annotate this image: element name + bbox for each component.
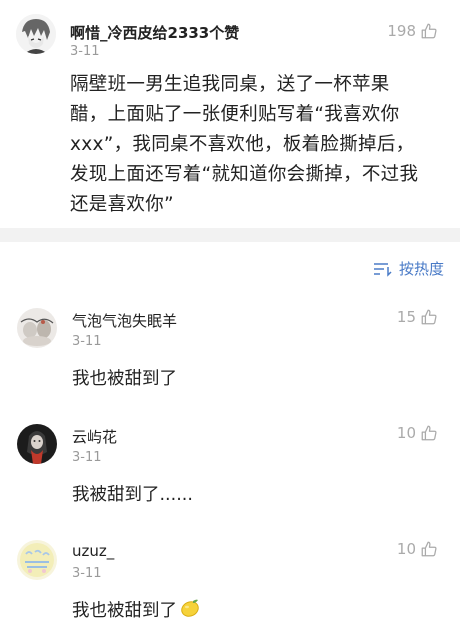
comment-text: 我也被甜到了 [72,369,177,389]
thumbs-up-icon [421,23,437,39]
comment-date: 3-11 [72,450,102,465]
post-like-count: 198 [387,22,416,40]
comment-item: 气泡气泡失眠羊 3-11 15 我也被甜到了 [0,292,460,408]
post-date: 3-11 [70,44,100,59]
comment-like-count: 10 [396,424,416,442]
lemon-icon [181,599,199,617]
comment-text: 我也被甜到了 [72,601,177,621]
comment-avatar[interactable] [17,308,57,348]
comment-username[interactable]: uzuz_ [72,542,114,560]
sort-label: 按热度 [398,260,444,278]
comment-like-button[interactable]: 10 [397,540,438,558]
comment-avatar[interactable] [17,540,57,580]
sort-lines-icon [373,262,392,277]
post-username[interactable]: 啊惜_冷西皮给2333个赞 [70,22,239,43]
thumbs-up-icon [421,541,437,557]
post-content-line: 发现上面还写着“就知道你会撕掉，不过我 [70,164,419,185]
comment-like-count: 15 [396,308,416,326]
comment-like-count: 10 [396,540,416,558]
post-content-line: xxx”，我同桌不喜欢他，板着脸撕掉后， [70,134,415,155]
comment-username[interactable]: 云屿花 [72,426,117,447]
comment-like-button[interactable]: 15 [397,308,438,326]
comment-username[interactable]: 气泡气泡失眠羊 [72,310,177,331]
comment-date: 3-11 [72,334,102,349]
comment-item: uzuz_ 3-11 10 我也被甜到了 [0,524,460,640]
comment-like-button[interactable]: 10 [397,424,438,442]
post-like-button[interactable]: 198 [387,22,438,40]
section-divider [0,228,460,242]
post-avatar[interactable] [16,14,56,54]
post-content-line: 隔壁班一男生追我同桌，送了一杯苹果 [70,74,390,95]
comment-text: 我被甜到了...... [72,485,193,505]
post-content: 隔壁班一男生追我同桌，送了一杯苹果 醋，上面贴了一张便利贴写着“我喜欢你 xxx… [70,70,458,220]
comment-text-row: 我也被甜到了 [72,597,201,622]
comment-item: 云屿花 3-11 10 我被甜到了...... [0,408,460,524]
post-content-line: 醋，上面贴了一张便利贴写着“我喜欢你 [70,104,400,125]
comment-avatar[interactable] [17,424,57,464]
post-content-line: 还是喜欢你” [70,194,174,215]
main-post: 啊惜_冷西皮给2333个赞 3-11 198 隔壁班一男生追我同桌，送了一杯苹果… [0,0,460,228]
comment-date: 3-11 [72,566,102,581]
thumbs-up-icon [421,309,437,325]
thumbs-up-icon [421,425,437,441]
sort-by-hot-button[interactable]: 按热度 [373,258,444,279]
